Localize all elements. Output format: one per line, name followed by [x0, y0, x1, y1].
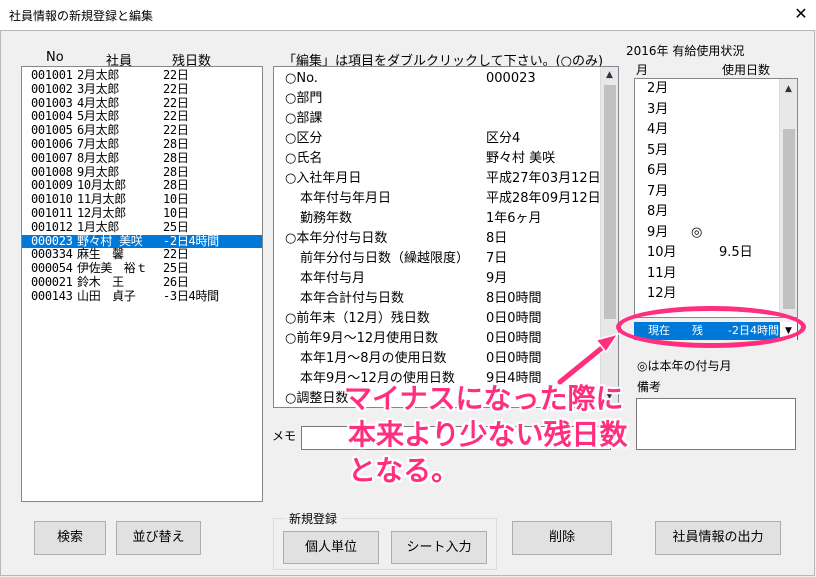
annotation-arrow: [556, 332, 620, 386]
annotation-line-2: 本来より少ない残日数: [348, 418, 628, 451]
annotation-line-3: となる。: [348, 454, 460, 487]
annotation-line-1: マイナスになった際に: [344, 382, 624, 415]
